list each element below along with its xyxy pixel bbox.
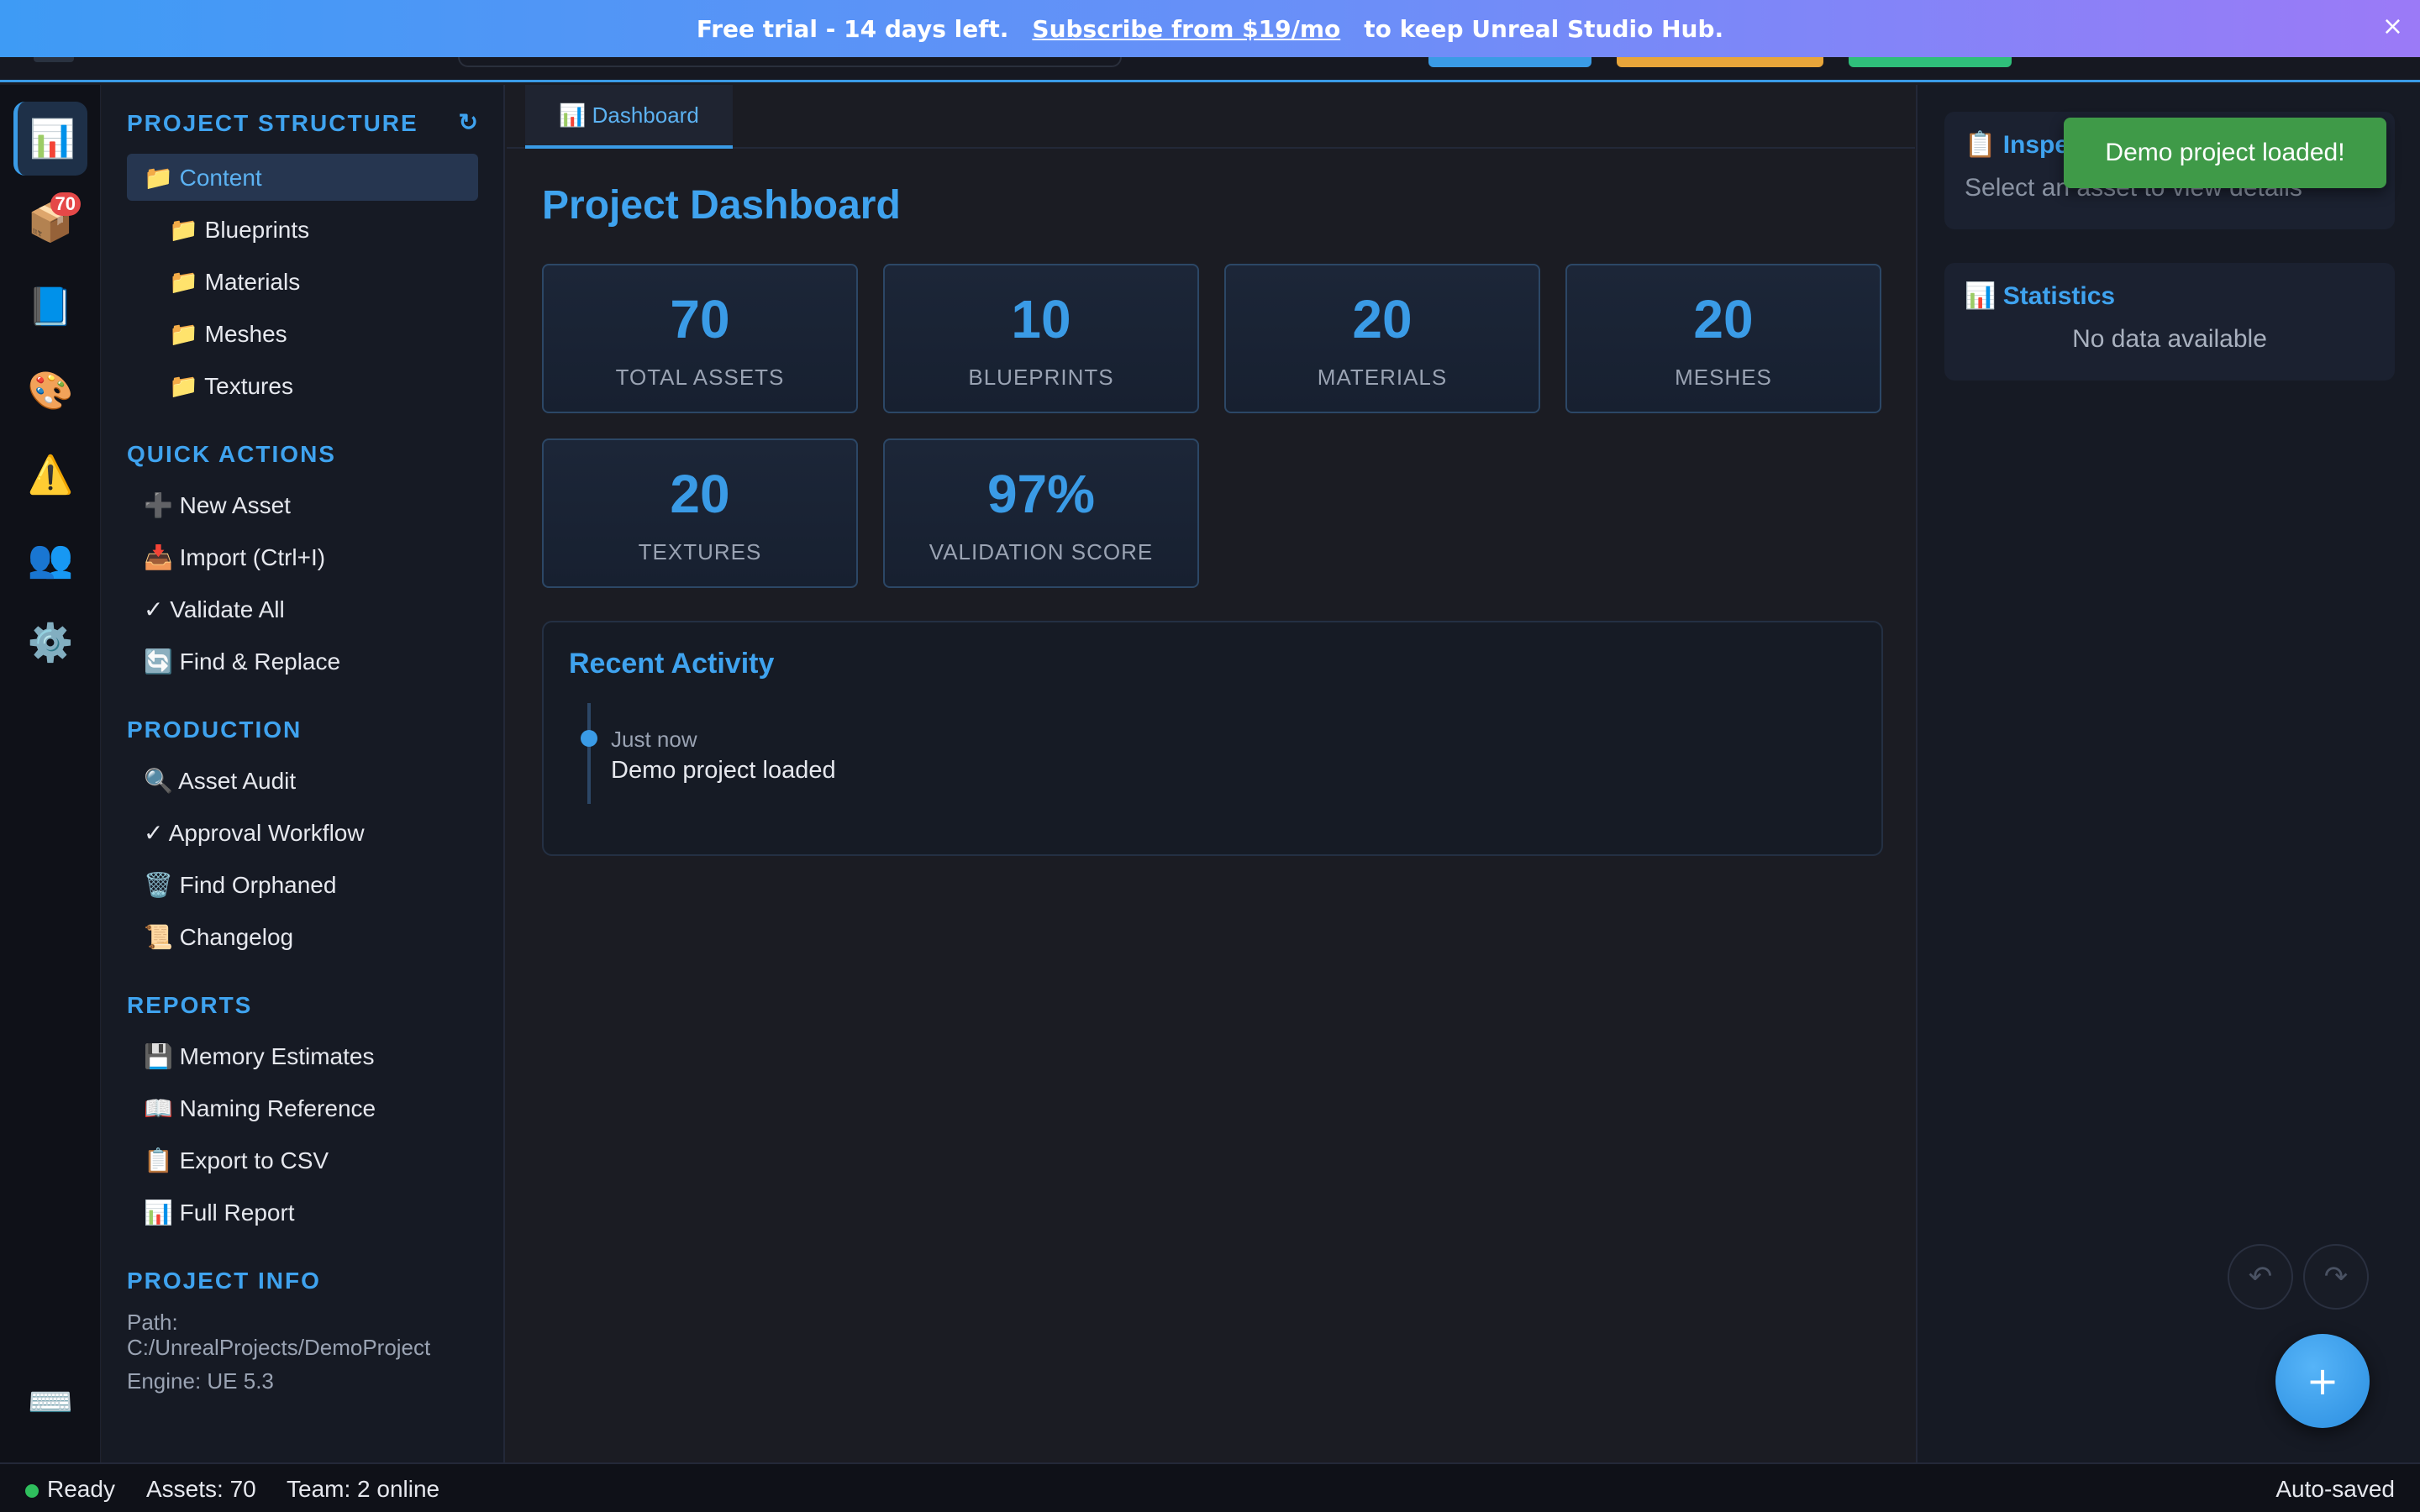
tab-dashboard[interactable]: 📊 Dashboard <box>525 85 733 149</box>
timeline-line <box>587 703 591 804</box>
header-button-primary[interactable] <box>1428 57 1591 67</box>
tab-bar: 📊 Dashboard <box>507 85 1915 149</box>
project-path-value: C:/UnrealProjects/DemoProject <box>127 1335 431 1360</box>
plus-icon: + <box>2306 1358 2339 1404</box>
undo-icon: ↶ <box>2248 1260 2273 1294</box>
stat-label: BLUEPRINTS <box>968 365 1114 390</box>
find-replace-button[interactable]: 🔄 Find & Replace <box>127 638 478 685</box>
naming-reference-button[interactable]: 📖 Naming Reference <box>127 1084 478 1131</box>
search-input[interactable] <box>458 57 1122 67</box>
status-autosaved: Auto-saved <box>2275 1476 2395 1502</box>
gear-icon: ⚙️ <box>27 622 74 664</box>
project-info-heading: PROJECT INFO <box>127 1268 321 1294</box>
quick-actions-heading: QUICK ACTIONS <box>127 441 336 467</box>
stat-card-materials[interactable]: 20 MATERIALS <box>1224 264 1540 413</box>
full-report-button[interactable]: 📊 Full Report <box>127 1189 478 1236</box>
rail-materials[interactable]: 🎨 <box>13 354 87 428</box>
reports-heading: REPORTS <box>127 992 253 1018</box>
rail-blueprints[interactable]: 📘 <box>13 270 87 344</box>
recent-activity-title: Recent Activity <box>569 648 775 680</box>
assets-count-badge: 70 <box>50 192 81 216</box>
dashboard-icon: 📊 <box>29 118 76 160</box>
project-path-label: Path: <box>127 1310 178 1335</box>
export-csv-button[interactable]: 📋 Export to CSV <box>127 1137 478 1184</box>
app-header <box>0 57 2420 82</box>
stat-card-meshes[interactable]: 20 MESHES <box>1565 264 1881 413</box>
keyboard-icon: ⌨️ <box>27 1381 74 1424</box>
trial-text: Free trial - 14 days left. <box>696 14 1009 43</box>
tree-item-meshes[interactable]: 📁 Meshes <box>127 310 478 357</box>
icon-rail: 📊 📦 70 📘 🎨 ⚠️ 👥 ⚙️ ⌨️ <box>0 85 101 1462</box>
rail-warnings[interactable]: ⚠️ <box>13 438 87 512</box>
stat-card-total-assets[interactable]: 70 TOTAL ASSETS <box>542 264 858 413</box>
stat-value: 70 <box>670 289 730 349</box>
rail-settings[interactable]: ⚙️ <box>13 606 87 680</box>
header-button-share[interactable] <box>1849 57 2012 67</box>
statistics-empty-text: No data available <box>2072 325 2267 353</box>
tree-item-blueprints[interactable]: 📁 Blueprints <box>127 206 478 253</box>
engine-version: Engine: UE 5.3 <box>127 1368 274 1394</box>
stat-value: 20 <box>1352 289 1413 349</box>
timeline-dot <box>581 730 597 747</box>
status-indicator-icon <box>25 1484 39 1498</box>
header-button-upgrade[interactable] <box>1617 57 1823 67</box>
rail-assets[interactable]: 📦 70 <box>13 186 87 260</box>
production-heading: PRODUCTION <box>127 717 302 743</box>
stat-label: TEXTURES <box>638 539 762 564</box>
stat-card-blueprints[interactable]: 10 BLUEPRINTS <box>883 264 1199 413</box>
refresh-icon[interactable]: ↻ <box>459 108 478 136</box>
new-asset-button[interactable]: ➕ New Asset <box>127 481 478 528</box>
blueprint-icon: 📘 <box>27 286 74 328</box>
validate-all-button[interactable]: ✓ Validate All <box>127 585 478 633</box>
tree-item-textures[interactable]: 📁 Textures <box>127 362 478 409</box>
add-fab-button[interactable]: + <box>2275 1334 2370 1428</box>
redo-icon: ↷ <box>2323 1260 2349 1294</box>
status-ready: Ready <box>47 1476 115 1502</box>
toast-notification[interactable]: Demo project loaded! <box>2064 118 2386 188</box>
stat-value: 97% <box>986 464 1096 524</box>
stat-label: MESHES <box>1675 365 1772 390</box>
main-content: 📊 Dashboard Project Dashboard 70 TOTAL A… <box>507 85 1915 1462</box>
team-icon: 👥 <box>27 538 74 580</box>
trial-suffix: to keep Unreal Studio Hub. <box>1364 14 1724 43</box>
tree-item-content[interactable]: 📁 Content <box>127 154 478 201</box>
undo-button[interactable]: ↶ <box>2228 1244 2293 1310</box>
statistics-panel: 📊 Statistics No data available <box>1944 263 2395 381</box>
memory-estimates-button[interactable]: 💾 Memory Estimates <box>127 1032 478 1079</box>
status-bar: Ready Assets: 70 Team: 2 online Auto-sav… <box>0 1462 2420 1512</box>
app-logo <box>34 57 74 62</box>
stat-label: VALIDATION SCORE <box>929 539 1154 564</box>
rail-dashboard[interactable]: 📊 <box>13 102 87 176</box>
statistics-title: 📊 Statistics <box>1965 282 2116 310</box>
stat-card-validation-score[interactable]: 97% VALIDATION SCORE <box>883 438 1199 588</box>
rail-shortcuts[interactable]: ⌨️ <box>13 1365 87 1439</box>
activity-time: Just now <box>611 727 697 752</box>
asset-audit-button[interactable]: 🔍 Asset Audit <box>127 757 478 804</box>
status-team: Team: 2 online <box>287 1476 440 1502</box>
stat-label: MATERIALS <box>1317 365 1448 390</box>
stat-value: 20 <box>670 464 730 524</box>
sidebar: PROJECT STRUCTURE ↻ 📁 Content 📁 Blueprin… <box>102 85 505 1462</box>
changelog-button[interactable]: 📜 Changelog <box>127 913 478 960</box>
stat-label: TOTAL ASSETS <box>615 365 785 390</box>
close-icon[interactable]: × <box>2382 12 2403 41</box>
stat-card-textures[interactable]: 20 TEXTURES <box>542 438 858 588</box>
redo-button[interactable]: ↷ <box>2303 1244 2369 1310</box>
stat-value: 10 <box>1011 289 1071 349</box>
trial-banner: Free trial - 14 days left. Subscribe fro… <box>0 0 2420 57</box>
subscribe-link[interactable]: Subscribe from $19/mo <box>1032 15 1340 43</box>
import-button[interactable]: 📥 Import (Ctrl+I) <box>127 533 478 580</box>
tree-item-materials[interactable]: 📁 Materials <box>127 258 478 305</box>
recent-activity-panel: Recent Activity Just now Demo project lo… <box>542 621 1883 856</box>
approval-workflow-button[interactable]: ✓ Approval Workflow <box>127 809 478 856</box>
warning-icon: ⚠️ <box>27 454 74 496</box>
status-assets: Assets: 70 <box>146 1476 256 1502</box>
project-structure-heading: PROJECT STRUCTURE ↻ <box>127 108 478 136</box>
activity-text: Demo project loaded <box>611 757 836 784</box>
palette-icon: 🎨 <box>27 370 74 412</box>
find-orphaned-button[interactable]: 🗑️ Find Orphaned <box>127 861 478 908</box>
rail-team[interactable]: 👥 <box>13 522 87 596</box>
page-title: Project Dashboard <box>542 183 901 228</box>
stat-value: 20 <box>1693 289 1754 349</box>
